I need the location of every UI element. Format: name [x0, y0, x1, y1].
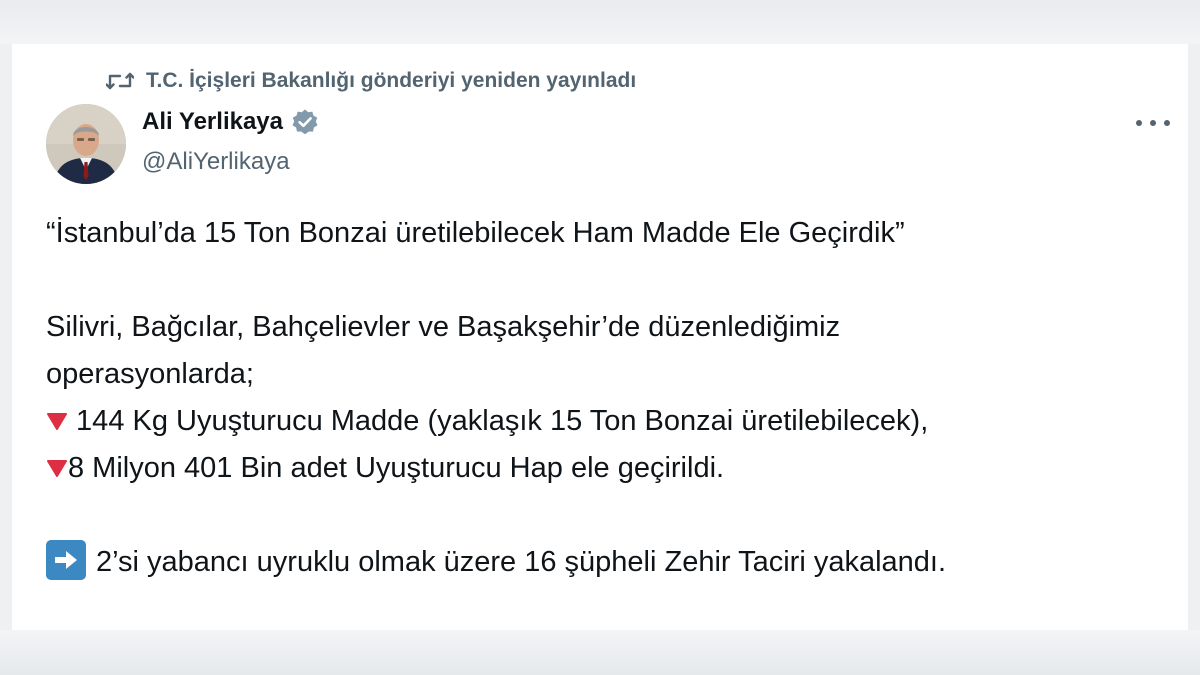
more-dot-icon	[1164, 120, 1170, 126]
retweet-context[interactable]: T.C. İçişleri Bakanlığı gönderiyi yenide…	[106, 68, 636, 94]
more-dot-icon	[1136, 120, 1142, 126]
retweet-label[interactable]: T.C. İçişleri Bakanlığı gönderiyi yenide…	[146, 69, 636, 93]
tweet-intro-line: operasyonlarda;	[46, 358, 254, 390]
retweet-icon	[106, 72, 134, 90]
red-triangle-down-icon	[47, 460, 67, 477]
background-top	[0, 0, 1200, 44]
closing-text: 2’si yabancı uyruklu olmak üzere 16 şüph…	[96, 546, 947, 578]
right-arrow-box-icon	[46, 540, 86, 580]
bullet-text: 8 Milyon 401 Bin adet Uyuşturucu Hap ele…	[68, 452, 725, 484]
tweet-bullet-item: 144 Kg Uyuşturucu Madde (yaklaşık 15 Ton…	[46, 398, 1156, 445]
tweet-closing-line: 2’si yabancı uyruklu olmak üzere 16 şüph…	[46, 539, 1156, 586]
avatar-image	[46, 104, 126, 184]
tweet-headline: “İstanbul’da 15 Ton Bonzai üretilebilece…	[46, 217, 905, 249]
tweet-intro-line: Silivri, Bağcılar, Bahçelievler ve Başak…	[46, 311, 841, 343]
author-name-row[interactable]: Ali Yerlikaya	[142, 108, 319, 136]
author-handle[interactable]: @AliYerlikaya	[142, 148, 290, 176]
author-name[interactable]: Ali Yerlikaya	[142, 108, 283, 136]
avatar[interactable]	[46, 104, 126, 184]
tweet-text: “İstanbul’da 15 Ton Bonzai üretilebilece…	[46, 210, 1156, 586]
more-dot-icon	[1150, 120, 1156, 126]
background-bottom	[0, 630, 1200, 675]
tweet-card[interactable]: T.C. İçişleri Bakanlığı gönderiyi yenide…	[12, 44, 1188, 630]
tweet-bullet-item: 8 Milyon 401 Bin adet Uyuşturucu Hap ele…	[46, 445, 1156, 492]
verified-badge-icon[interactable]	[291, 108, 319, 136]
bullet-text: 144 Kg Uyuşturucu Madde (yaklaşık 15 Ton…	[68, 405, 929, 437]
red-triangle-down-icon	[47, 413, 67, 430]
more-options-button[interactable]	[1136, 110, 1170, 136]
